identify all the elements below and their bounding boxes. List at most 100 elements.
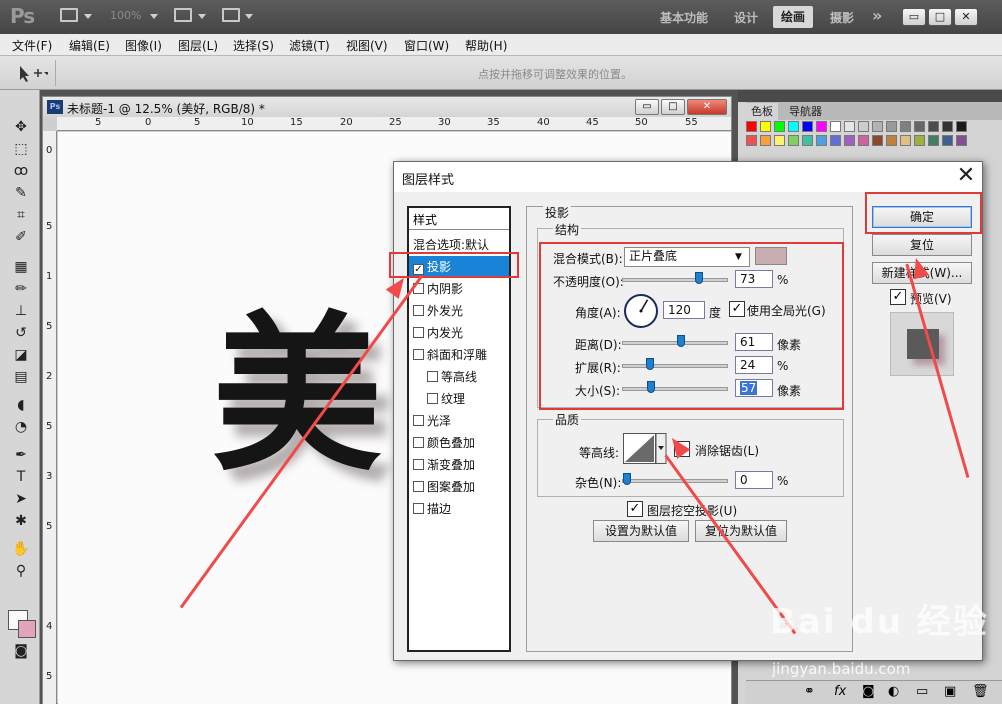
tab-swatches[interactable]: 色板: [746, 103, 778, 120]
canvas-text-layer[interactable]: 美: [212, 310, 382, 480]
color-swatch[interactable]: [858, 135, 869, 146]
color-swatch[interactable]: [872, 121, 883, 132]
style-item[interactable]: 等高线: [427, 366, 523, 388]
workspace-design[interactable]: 设计: [734, 9, 758, 26]
workspace-photography[interactable]: 摄影: [830, 9, 854, 26]
menu-file[interactable]: 文件(F): [12, 37, 52, 54]
bridge-icon[interactable]: [60, 8, 78, 22]
screen-mode-icon[interactable]: [222, 8, 240, 22]
new-layer-icon[interactable]: ▣: [944, 684, 956, 699]
style-item-checkbox[interactable]: [413, 437, 424, 448]
color-swatch[interactable]: [816, 135, 827, 146]
menu-view[interactable]: 视图(V): [346, 37, 388, 54]
more-workspaces-icon[interactable]: »: [872, 6, 882, 25]
adjustment-icon[interactable]: ◐: [888, 684, 899, 699]
horizontal-ruler[interactable]: 5 0 5 10 15 20 25 30 35 40 45 50 55: [57, 117, 731, 131]
eyedropper-tool-icon[interactable]: ✐: [11, 228, 31, 246]
vertical-ruler[interactable]: 0 5 1 5 2 5 3 5 4 5: [43, 131, 57, 704]
dialog-close-button[interactable]: ✕: [952, 164, 980, 190]
brush-tool-icon[interactable]: ✏: [11, 280, 31, 298]
color-swatch[interactable]: [844, 135, 855, 146]
color-swatch[interactable]: [788, 121, 799, 132]
style-item[interactable]: 内阴影: [413, 278, 509, 300]
fx-icon[interactable]: fx: [834, 684, 846, 699]
reset-default-button[interactable]: 复位为默认值: [695, 520, 787, 542]
panel-collapse-strip[interactable]: [738, 90, 1002, 102]
mask-icon[interactable]: ◙: [862, 684, 875, 699]
zoom-level[interactable]: 100%: [110, 9, 141, 22]
eraser-tool-icon[interactable]: ◪: [11, 346, 31, 364]
workspace-painting[interactable]: 绘画: [773, 6, 813, 28]
color-swatch[interactable]: [858, 121, 869, 132]
dodge-tool-icon[interactable]: ◔: [11, 418, 31, 436]
noise-slider[interactable]: [622, 479, 728, 483]
reset-button[interactable]: 复位: [872, 234, 972, 256]
style-item-checkbox[interactable]: [413, 481, 424, 492]
quick-mask-icon[interactable]: ◙: [11, 642, 31, 660]
maximize-button[interactable]: □: [928, 8, 952, 26]
pen-tool-icon[interactable]: ✒: [11, 446, 31, 464]
path-select-tool-icon[interactable]: ➤: [11, 490, 31, 508]
marquee-tool-icon[interactable]: ⬚: [11, 140, 31, 158]
document-close-button[interactable]: ✕: [687, 99, 727, 115]
chevron-down-icon[interactable]: [150, 14, 158, 19]
color-swatch[interactable]: [830, 135, 841, 146]
knockout-checkbox[interactable]: ✓: [627, 501, 643, 517]
style-item[interactable]: 内发光: [413, 322, 509, 344]
arrange-documents-icon[interactable]: [174, 8, 192, 22]
tool-preset-picker[interactable]: [8, 60, 56, 86]
style-item-checkbox[interactable]: [427, 393, 438, 404]
history-brush-tool-icon[interactable]: ↺: [11, 324, 31, 342]
move-tool-icon[interactable]: ✥: [11, 118, 31, 136]
styles-header[interactable]: 样式: [409, 208, 509, 230]
color-swatch[interactable]: [942, 135, 953, 146]
menu-edit[interactable]: 编辑(E): [69, 37, 110, 54]
hand-tool-icon[interactable]: ✋: [11, 540, 31, 558]
style-item-checkbox[interactable]: [413, 305, 424, 316]
color-swatch[interactable]: [942, 121, 953, 132]
document-maximize-button[interactable]: □: [661, 99, 685, 115]
workspace-essentials[interactable]: 基本功能: [660, 9, 708, 26]
menu-image[interactable]: 图像(I): [125, 37, 162, 54]
menu-select[interactable]: 选择(S): [233, 37, 274, 54]
color-swatch[interactable]: [956, 121, 967, 132]
noise-input[interactable]: 0: [735, 471, 773, 489]
color-swatch[interactable]: [900, 135, 911, 146]
noise-slider-thumb[interactable]: [623, 473, 631, 485]
document-minimize-button[interactable]: ▭: [635, 99, 659, 115]
style-item[interactable]: 纹理: [427, 388, 523, 410]
style-item[interactable]: 光泽: [413, 410, 509, 432]
color-swatch[interactable]: [900, 121, 911, 132]
color-swatch[interactable]: [886, 135, 897, 146]
crop-tool-icon[interactable]: ⌗: [11, 206, 31, 224]
color-swatch[interactable]: [956, 135, 967, 146]
chevron-down-icon[interactable]: [198, 14, 206, 19]
style-item-checkbox[interactable]: [413, 349, 424, 360]
menu-layer[interactable]: 图层(L): [178, 37, 218, 54]
color-swatch[interactable]: [760, 135, 771, 146]
style-item[interactable]: 渐变叠加: [413, 454, 509, 476]
zoom-tool-icon[interactable]: ⚲: [11, 562, 31, 580]
chevron-down-icon[interactable]: [84, 14, 92, 19]
style-item[interactable]: 描边: [413, 498, 509, 520]
color-swatch[interactable]: [886, 121, 897, 132]
style-item-checkbox[interactable]: [413, 327, 424, 338]
color-swatch[interactable]: [774, 135, 785, 146]
shape-tool-icon[interactable]: ✱: [11, 512, 31, 530]
style-item-checkbox[interactable]: [427, 371, 438, 382]
gradient-tool-icon[interactable]: ▤: [11, 368, 31, 386]
clone-stamp-tool-icon[interactable]: ⊥: [11, 302, 31, 320]
color-swatch[interactable]: [872, 135, 883, 146]
minimize-button[interactable]: ▭: [902, 8, 926, 26]
color-swatch[interactable]: [844, 121, 855, 132]
style-item[interactable]: 外发光: [413, 300, 509, 322]
style-item[interactable]: 斜面和浮雕: [413, 344, 509, 366]
color-swatch[interactable]: [914, 135, 925, 146]
color-swatch[interactable]: [830, 121, 841, 132]
contour-picker[interactable]: [623, 433, 667, 465]
set-default-button[interactable]: 设置为默认值: [593, 520, 689, 542]
color-swatch[interactable]: [816, 121, 827, 132]
style-item-checkbox[interactable]: [413, 459, 424, 470]
lasso-tool-icon[interactable]: ꝏ: [11, 162, 31, 180]
type-tool-icon[interactable]: T: [11, 468, 31, 486]
